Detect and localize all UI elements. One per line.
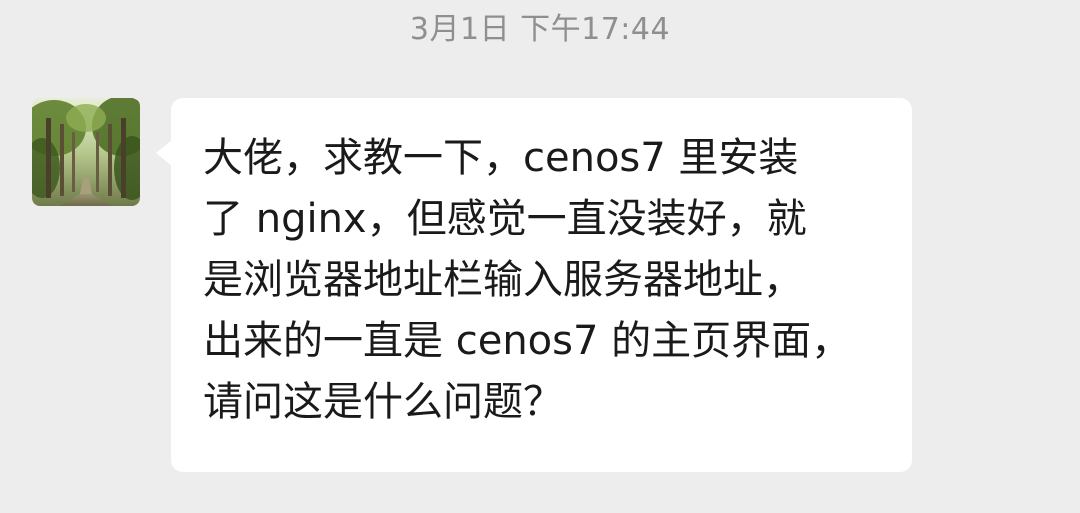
avatar[interactable] (32, 98, 140, 206)
message-bubble-tail (156, 140, 172, 166)
message-text: 大佬，求教一下，cenos7 里安装 了 nginx，但感觉一直没装好，就 是浏… (203, 135, 852, 425)
message-timestamp: 3月1日 下午17:44 (409, 12, 671, 47)
avatar-forest-image (32, 98, 140, 206)
